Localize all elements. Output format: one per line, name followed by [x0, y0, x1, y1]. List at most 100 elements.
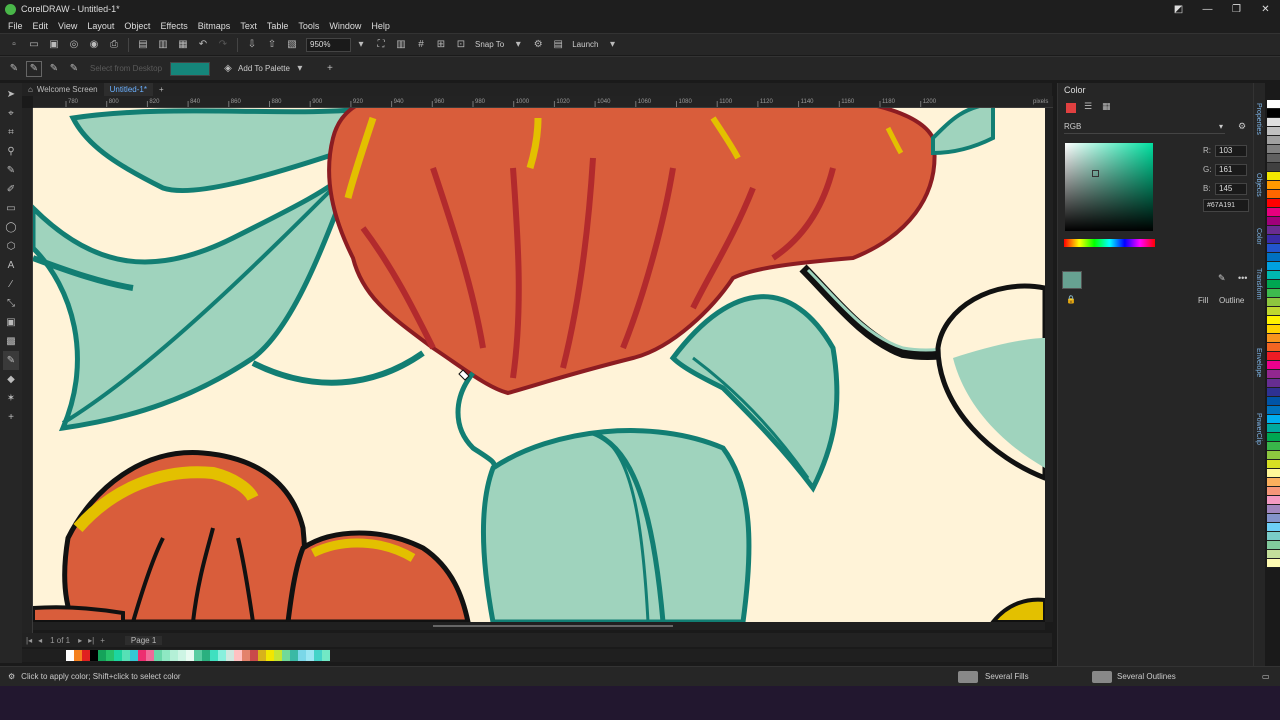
palette-swatch[interactable] [242, 650, 250, 661]
select-from-desktop-button[interactable]: Select from Desktop [90, 64, 162, 73]
palette-swatch[interactable] [1267, 505, 1280, 514]
gear-icon[interactable]: ⚙ [8, 672, 15, 681]
chevron-down-icon[interactable]: ▾ [510, 37, 526, 53]
right-color-palette[interactable] [1267, 100, 1280, 640]
palette-swatch[interactable] [1267, 244, 1280, 253]
fill-button[interactable]: Fill [1198, 296, 1208, 305]
status-settings-icon[interactable]: ▭ [1262, 672, 1270, 681]
palette-swatch[interactable] [74, 650, 82, 661]
palette-swatch[interactable] [226, 650, 234, 661]
add-page-icon[interactable]: + [100, 636, 105, 645]
add-to-palette-button[interactable]: Add To Palette [238, 64, 290, 73]
chevron-down-icon[interactable]: ▾ [292, 61, 308, 77]
palette-swatch[interactable] [1267, 298, 1280, 307]
tab-untitled-1[interactable]: Untitled-1* [103, 83, 153, 96]
palette-swatch[interactable] [1267, 118, 1280, 127]
cloud-upload-icon[interactable]: ◉ [86, 37, 102, 53]
palette-swatch[interactable] [1267, 289, 1280, 298]
palette-swatch[interactable] [234, 650, 242, 661]
scroll-thumb[interactable] [433, 625, 673, 627]
next-page-icon[interactable]: ▸ [78, 636, 82, 645]
more-options-icon[interactable]: ••• [1238, 273, 1247, 283]
palette-swatch[interactable] [186, 650, 194, 661]
smart-fill-icon[interactable]: ✶ [3, 389, 19, 408]
palette-swatch[interactable] [1267, 109, 1280, 118]
dock-tab-properties[interactable]: Properties [1255, 103, 1262, 135]
palette-swatch[interactable] [1267, 379, 1280, 388]
palette-swatch[interactable] [1267, 145, 1280, 154]
palette-swatch[interactable] [1267, 100, 1280, 109]
palette-swatch[interactable] [282, 650, 290, 661]
connector-tool-icon[interactable]: ⤡ [3, 294, 19, 313]
palette-swatch[interactable] [82, 650, 90, 661]
color-palettes-icon[interactable]: ▦ [1102, 101, 1111, 112]
color-viewers-icon[interactable]: ☰ [1084, 101, 1092, 112]
palette-swatch[interactable] [322, 650, 330, 661]
vertical-scrollbar[interactable] [1045, 108, 1053, 622]
menu-object[interactable]: Object [119, 21, 155, 31]
palette-swatch[interactable] [1267, 361, 1280, 370]
palette-swatch[interactable] [258, 650, 266, 661]
gear-icon[interactable]: ⚙ [530, 37, 546, 53]
add-tool-icon[interactable]: + [3, 408, 19, 427]
grid-icon[interactable]: # [413, 37, 429, 53]
last-page-icon[interactable]: ▸| [88, 636, 94, 645]
menu-help[interactable]: Help [366, 21, 395, 31]
palette-swatch[interactable] [154, 650, 162, 661]
palette-swatch[interactable] [1267, 343, 1280, 352]
palette-swatch[interactable] [1267, 262, 1280, 271]
palette-swatch[interactable] [1267, 424, 1280, 433]
guidelines-icon[interactable]: ⊞ [433, 37, 449, 53]
horizontal-ruler[interactable]: 780 800 820 840 860 880 900 920 940 960 980 1000 102… [33, 96, 1053, 108]
interactive-fill-icon[interactable]: ◆ [3, 370, 19, 389]
palette-swatch[interactable] [1267, 442, 1280, 451]
palette-swatch[interactable] [1267, 496, 1280, 505]
undo-icon[interactable]: ↶ [195, 37, 211, 53]
palette-swatch[interactable] [1267, 253, 1280, 262]
drop-shadow-icon[interactable]: ▣ [3, 313, 19, 332]
save-icon[interactable]: ▣ [46, 37, 62, 53]
palette-swatch[interactable] [202, 650, 210, 661]
eyedropper-tool-icon[interactable]: ✎ [3, 351, 19, 370]
menu-view[interactable]: View [53, 21, 82, 31]
menu-effects[interactable]: Effects [155, 21, 192, 31]
palette-swatch[interactable] [1267, 514, 1280, 523]
palette-swatch[interactable] [1267, 460, 1280, 469]
polygon-tool-icon[interactable]: ⬡ [3, 237, 19, 256]
color-picker-area[interactable] [1065, 143, 1153, 231]
freehand-tool-icon[interactable]: ✎ [3, 161, 19, 180]
palette-swatch[interactable] [210, 650, 218, 661]
snap-icon[interactable]: ⊡ [453, 37, 469, 53]
color-sliders-icon[interactable] [1066, 103, 1076, 113]
import-icon[interactable]: ⇩ [244, 37, 260, 53]
rulers-icon[interactable]: ▥ [393, 37, 409, 53]
menu-table[interactable]: Table [262, 21, 294, 31]
maximize-button[interactable]: ❐ [1222, 0, 1251, 18]
palette-swatch[interactable] [1267, 280, 1280, 289]
export-pdf-icon[interactable]: ▧ [284, 37, 300, 53]
snap-to-button[interactable]: Snap To [475, 40, 504, 49]
palette-swatch[interactable] [1267, 487, 1280, 496]
redo-icon[interactable]: ↷ [215, 37, 231, 53]
palette-swatch[interactable] [194, 650, 202, 661]
text-tool-icon[interactable]: A [3, 256, 19, 275]
palette-swatch[interactable] [1267, 415, 1280, 424]
hue-slider[interactable] [1064, 239, 1155, 247]
open-icon[interactable]: ▭ [26, 37, 42, 53]
launch-icon[interactable]: ▤ [550, 37, 566, 53]
drawing-canvas[interactable] [33, 108, 1045, 622]
user-icon[interactable]: ◩ [1164, 0, 1193, 18]
palette-swatch[interactable] [1267, 478, 1280, 487]
color-model-select[interactable]: RGB ▾ [1064, 122, 1225, 134]
palette-swatch[interactable] [1267, 523, 1280, 532]
palette-swatch[interactable] [1267, 451, 1280, 460]
palette-swatch[interactable] [306, 650, 314, 661]
palette-swatch[interactable] [1267, 163, 1280, 172]
palette-swatch[interactable] [1267, 532, 1280, 541]
ellipse-tool-icon[interactable]: ◯ [3, 218, 19, 237]
b-input[interactable]: 145 [1215, 182, 1247, 195]
palette-swatch[interactable] [1267, 370, 1280, 379]
palette-swatch[interactable] [114, 650, 122, 661]
palette-swatches[interactable] [66, 650, 330, 661]
palette-swatch[interactable] [1267, 307, 1280, 316]
